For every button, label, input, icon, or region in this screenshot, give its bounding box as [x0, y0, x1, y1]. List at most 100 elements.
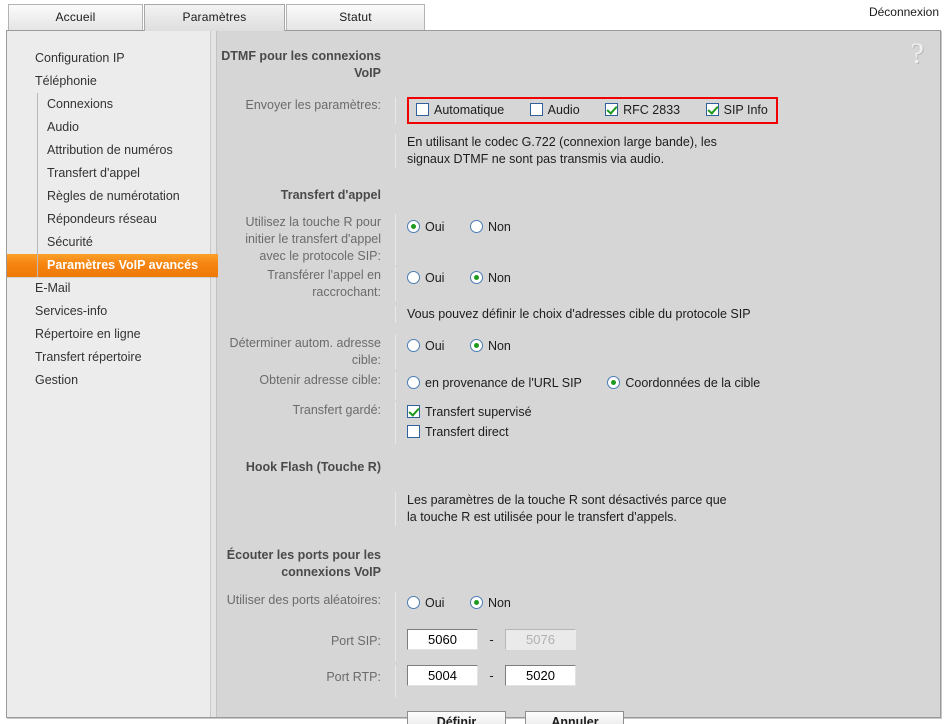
- port-sip-from-input[interactable]: 5060: [407, 629, 478, 650]
- sidebar-item-gestion[interactable]: Gestion: [7, 369, 218, 392]
- radio-hangup-oui-circle[interactable]: [407, 271, 420, 284]
- dtmf-note-field: En utilisant le codec G.722 (connexion l…: [395, 134, 940, 168]
- dtmf-note-label-spacer: [218, 134, 395, 151]
- radio-random-ports-oui[interactable]: Oui: [407, 595, 444, 612]
- sidebar-item-configuration-ip[interactable]: Configuration IP: [7, 47, 218, 70]
- sidebar-item-transfert-dappel[interactable]: Transfert d'appel: [7, 162, 218, 185]
- checkbox-transfert-supervise-box[interactable]: [407, 405, 420, 418]
- radio-auto-target-non-circle[interactable]: [469, 339, 483, 352]
- checkbox-rfc-2833[interactable]: RFC 2833: [605, 102, 680, 119]
- sidebar-nav: Configuration IP Téléphonie Connexions A…: [7, 47, 218, 392]
- checkbox-transfert-direct-box[interactable]: [407, 425, 420, 438]
- port-rtp-label: Port RTP:: [326, 670, 381, 684]
- settings-form: ? DTMF pour les connexions VoIP Envoyer …: [218, 31, 940, 724]
- tab-statut[interactable]: Statut: [286, 4, 425, 31]
- checkbox-rfc-2833-box[interactable]: [605, 103, 619, 116]
- radio-hangup-non-circle[interactable]: [469, 271, 483, 284]
- held-transfer-field: Transfert supervisé Transfert direct: [395, 402, 940, 444]
- checkbox-sip-info-box[interactable]: [705, 103, 719, 116]
- sidebar-item-audio[interactable]: Audio: [7, 116, 218, 139]
- checkbox-automatique[interactable]: Automatique: [416, 102, 504, 119]
- port-rtp-field: 5004 - 5020: [395, 665, 940, 697]
- radio-target-from-sip-url-label: en provenance de l'URL SIP: [425, 376, 582, 390]
- radio-target-from-sip-url[interactable]: en provenance de l'URL SIP: [407, 375, 582, 392]
- radio-random-ports-non-circle[interactable]: [469, 596, 483, 609]
- radio-r-key-non[interactable]: Non: [469, 219, 511, 236]
- radio-target-from-sip-url-circle[interactable]: [407, 376, 420, 389]
- submit-button[interactable]: Définir: [407, 711, 506, 724]
- radio-hangup-non[interactable]: Non: [469, 270, 511, 287]
- dtmf-heading-spacer: [395, 48, 940, 65]
- radio-random-ports-non[interactable]: Non: [469, 595, 511, 612]
- sidebar-item-telephonie[interactable]: Téléphonie: [7, 70, 218, 93]
- checkbox-transfert-supervise[interactable]: Transfert supervisé: [407, 404, 940, 421]
- sip-note-label-spacer: [218, 306, 395, 323]
- port-rtp-from-input[interactable]: 5004: [407, 665, 478, 686]
- checkbox-transfert-direct-label: Transfert direct: [425, 425, 509, 439]
- hook-flash-heading-spacer: [395, 459, 940, 476]
- radio-hangup-oui-label: Oui: [425, 271, 445, 285]
- cancel-button[interactable]: Annuler: [525, 711, 625, 724]
- sidebar-item-securite[interactable]: Sécurité: [7, 231, 218, 254]
- checkbox-automatique-label: Automatique: [434, 103, 505, 117]
- hook-flash-note-field: Les paramètres de la touche R sont désac…: [395, 492, 940, 526]
- checkbox-transfert-direct[interactable]: Transfert direct: [407, 424, 940, 441]
- checkbox-transfert-supervise-label: Transfert supervisé: [425, 405, 532, 419]
- sidebar-item-repondeurs-reseau[interactable]: Répondeurs réseau: [7, 208, 218, 231]
- ports-heading-spacer: [395, 547, 940, 564]
- radio-auto-target-oui-label: Oui: [425, 339, 445, 353]
- sidebar-item-connexions[interactable]: Connexions: [7, 93, 218, 116]
- checkbox-audio-box[interactable]: [529, 103, 543, 116]
- random-ports-label: Utiliser des ports aléatoires:: [226, 593, 381, 607]
- sidebar-item-parametres-voip-avances[interactable]: Paramètres VoIP avancés: [7, 254, 218, 277]
- radio-r-key-oui-circle[interactable]: [407, 220, 420, 233]
- radio-r-key-oui[interactable]: Oui: [407, 219, 444, 236]
- sidebar-item-regles-de-numerotation[interactable]: Règles de numérotation: [7, 185, 218, 208]
- port-rtp-separator: -: [489, 668, 494, 683]
- radio-random-ports-oui-circle[interactable]: [407, 596, 420, 609]
- sidebar-item-services-info[interactable]: Services-info: [7, 300, 218, 323]
- dtmf-options-field: Automatique Audio RFC 2833 SIP Info: [395, 97, 940, 124]
- port-rtp-to-input[interactable]: 5020: [504, 665, 576, 686]
- hangup-transfer-label: Transférer l'appel en raccrochant:: [267, 268, 381, 299]
- checkbox-sip-info-label: SIP Info: [723, 103, 768, 117]
- radio-auto-target-non[interactable]: Non: [469, 338, 511, 355]
- radio-r-key-non-circle[interactable]: [469, 220, 483, 233]
- content-panel: Configuration IP Téléphonie Connexions A…: [6, 30, 941, 724]
- dtmf-options-highlight: Automatique Audio RFC 2833 SIP Info: [407, 97, 778, 124]
- tab-parametres[interactable]: Paramètres: [144, 4, 285, 31]
- obtain-target-address-label: Obtenir adresse cible:: [259, 373, 381, 387]
- hook-flash-note-text: Les paramètres de la touche R sont désac…: [407, 493, 727, 524]
- checkbox-sip-info[interactable]: SIP Info: [705, 102, 768, 119]
- radio-target-coordinates-circle[interactable]: [607, 376, 621, 389]
- call-transfer-section-heading: Transfert d'appel: [280, 188, 381, 202]
- sidebar-item-e-mail[interactable]: E-Mail: [7, 277, 218, 300]
- logout-link[interactable]: Déconnexion: [869, 5, 939, 19]
- call-transfer-heading-spacer: [395, 187, 940, 204]
- tab-accueil[interactable]: Accueil: [8, 4, 143, 31]
- radio-random-ports-non-label: Non: [487, 596, 511, 610]
- dtmf-section-heading: DTMF pour les connexions VoIP: [221, 49, 381, 80]
- radio-random-ports-oui-label: Oui: [425, 596, 445, 610]
- auto-target-address-field: Oui Non: [395, 335, 940, 369]
- radio-hangup-oui[interactable]: Oui: [407, 270, 444, 287]
- radio-auto-target-oui[interactable]: Oui: [407, 338, 444, 355]
- radio-target-coordinates-label: Coordonnées de la cible: [625, 376, 761, 390]
- port-sip-field: 5060 - 5076: [395, 629, 940, 661]
- radio-target-coordinates[interactable]: Coordonnées de la cible: [607, 375, 760, 392]
- checkbox-automatique-box[interactable]: [416, 103, 429, 116]
- sidebar-item-attribution-de-numeros[interactable]: Attribution de numéros: [7, 139, 218, 162]
- r-key-transfer-field: Oui Non: [395, 214, 940, 265]
- random-ports-field: Oui Non: [395, 592, 940, 629]
- sidebar-item-transfert-repertoire[interactable]: Transfert répertoire: [7, 346, 218, 369]
- sip-target-note-text: Vous pouvez définir le choix d'adresses …: [407, 307, 751, 321]
- checkbox-audio-label: Audio: [547, 103, 580, 117]
- checkbox-audio[interactable]: Audio: [529, 102, 580, 119]
- radio-auto-target-oui-circle[interactable]: [407, 339, 420, 352]
- sip-note-field: Vous pouvez définir le choix d'adresses …: [395, 306, 940, 323]
- ports-section-heading: Écouter les ports pour les connexions Vo…: [226, 548, 381, 579]
- sidebar-item-repertoire-en-ligne[interactable]: Répertoire en ligne: [7, 323, 218, 346]
- checkbox-rfc-2833-label: RFC 2833: [623, 103, 681, 117]
- r-key-transfer-label: Utilisez la touche R pour initier le tra…: [245, 215, 381, 263]
- actions-label-spacer: [218, 711, 395, 724]
